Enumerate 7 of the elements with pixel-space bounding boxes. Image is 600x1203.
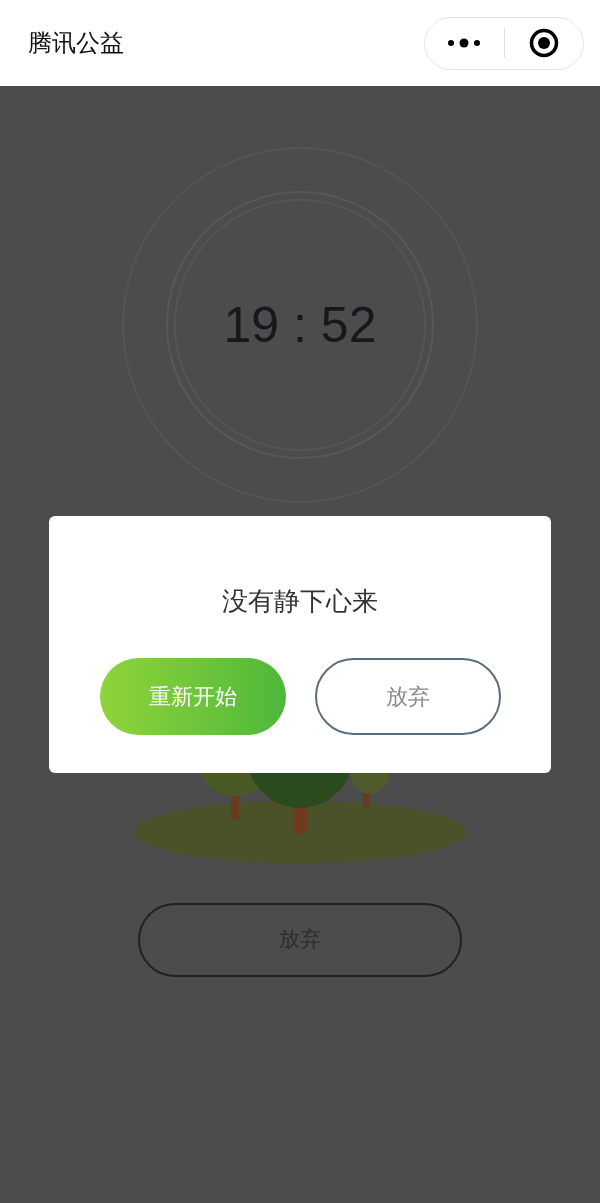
dialog-message: 没有静下心来 bbox=[222, 585, 378, 618]
page-title: 腾讯公益 bbox=[28, 28, 124, 59]
timer-text: 19 : 52 bbox=[223, 295, 377, 355]
close-icon[interactable] bbox=[528, 28, 559, 58]
restart-button[interactable]: 重新开始 bbox=[99, 658, 286, 735]
more-icon[interactable] bbox=[447, 38, 482, 48]
give-up-button[interactable]: 放弃 bbox=[314, 658, 501, 735]
